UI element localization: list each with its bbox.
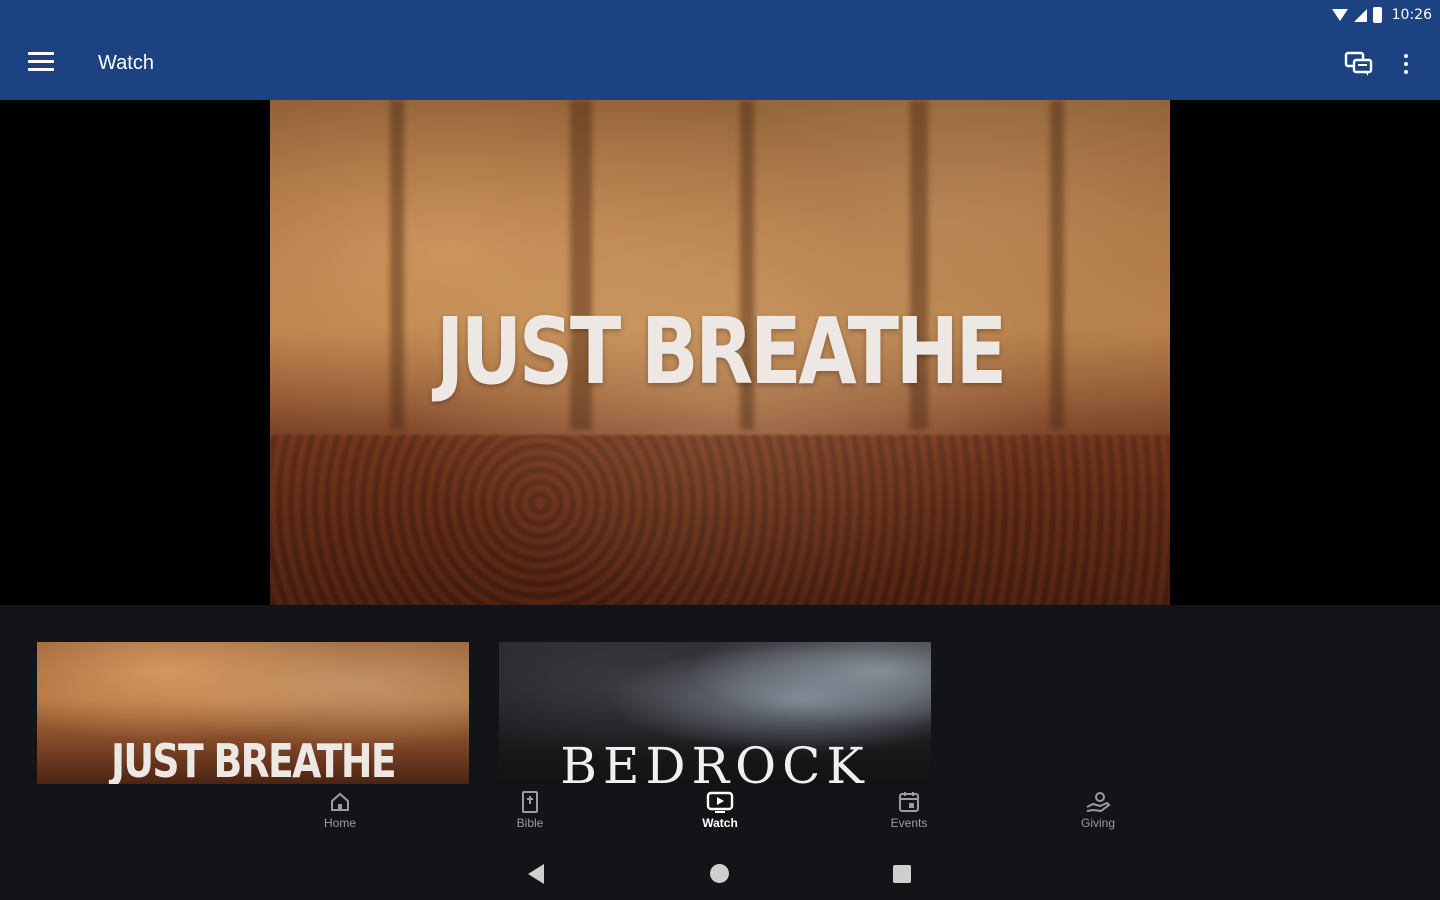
nav-item-events[interactable]: Events: [849, 790, 969, 830]
nav-item-giving[interactable]: Giving: [1038, 790, 1158, 830]
more-options-icon[interactable]: [1392, 50, 1420, 78]
tv-icon: [706, 791, 734, 813]
series-card-just-breathe[interactable]: JUST BREATHE: [37, 642, 469, 784]
status-bar: 10:26: [1331, 4, 1432, 26]
page-title: Watch: [98, 52, 154, 74]
hamburger-menu-icon[interactable]: [28, 52, 54, 74]
recent-apps-icon[interactable]: [893, 865, 911, 883]
calendar-icon: [899, 792, 919, 812]
app-bar: 10:26 Watch: [0, 0, 1440, 100]
nav-item-watch[interactable]: Watch: [660, 790, 780, 830]
nav-label: Home: [323, 816, 356, 830]
battery-icon: [1372, 7, 1382, 23]
nav-label: Watch: [702, 816, 738, 830]
giving-hand-icon: [1086, 792, 1111, 813]
bible-icon: [522, 791, 538, 813]
nav-label: Bible: [516, 816, 544, 830]
back-icon[interactable]: [528, 864, 544, 884]
system-navigation-bar: [0, 850, 1440, 900]
hero-title: JUST BREATHE: [436, 298, 1007, 405]
signal-icon: [1353, 8, 1367, 22]
hero-thumbnail: JUST BREATHE: [270, 100, 1170, 605]
series-card-bedrock[interactable]: BEDROCK: [499, 642, 931, 784]
nav-label: Events: [890, 816, 928, 830]
video-player[interactable]: JUST BREATHE: [0, 100, 1440, 605]
series-title: JUST BREATHE: [111, 734, 397, 784]
nav-label: Giving: [1080, 816, 1115, 830]
wifi-icon: [1331, 9, 1348, 21]
home-icon: [331, 792, 349, 811]
nav-item-bible[interactable]: Bible: [470, 790, 590, 830]
series-title: BEDROCK: [560, 737, 870, 784]
bottom-navigation: Home Bible Watch Events Giving: [0, 784, 1440, 844]
home-circle-icon[interactable]: [710, 864, 729, 883]
nav-item-home[interactable]: Home: [280, 790, 400, 830]
status-time: 10:26: [1391, 7, 1432, 23]
chat-icon[interactable]: [1344, 50, 1374, 78]
